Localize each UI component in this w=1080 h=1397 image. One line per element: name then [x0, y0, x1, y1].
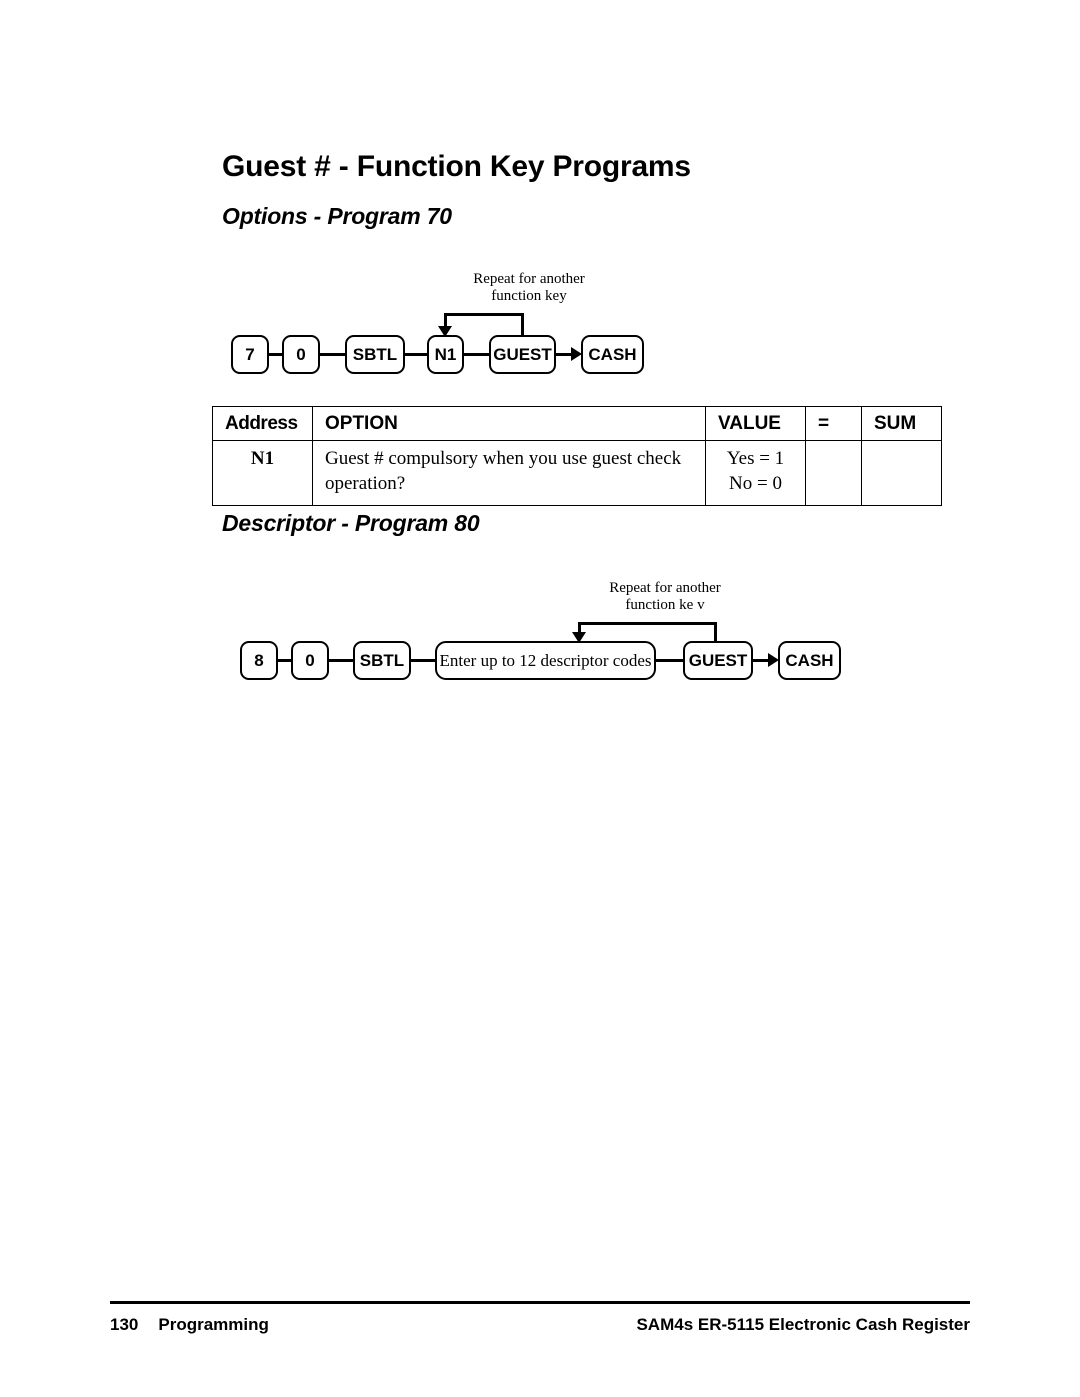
loop-label-line-1: Repeat for another	[609, 580, 721, 596]
connector-2	[328, 659, 354, 662]
page-title: Guest # - Function Key Programs	[222, 150, 691, 183]
key-box-sbtl[interactable]: SBTL	[345, 335, 405, 374]
cell-address: N1	[212, 439, 313, 507]
footer-left: 130 Programming	[110, 1315, 269, 1335]
section-heading-options: Options - Program 70	[222, 203, 452, 229]
connector-4	[655, 659, 683, 662]
loop-segment-up	[521, 313, 524, 336]
loop-segment-across	[444, 313, 524, 316]
loop-label-line-1: Repeat for another	[473, 271, 585, 287]
table-header-row: Address OPTION VALUE = SUM	[212, 406, 942, 441]
key-box-sbtl[interactable]: SBTL	[353, 641, 411, 680]
column-header-value: VALUE	[705, 406, 806, 441]
key-box-0[interactable]: 0	[282, 335, 320, 374]
key-box-descriptor-note[interactable]: Enter up to 12 descriptor codes	[435, 641, 656, 680]
table-row: N1 Guest # compulsory when you use guest…	[212, 439, 942, 507]
key-box-n1[interactable]: N1	[427, 335, 464, 374]
cell-option: Guest # compulsory when you use guest ch…	[312, 439, 706, 507]
cell-value-line-2: No = 0	[729, 473, 782, 495]
loop-label-line-2: function key	[491, 288, 567, 305]
key-box-0[interactable]: 0	[291, 641, 329, 680]
section-heading-descriptor: Descriptor - Program 80	[222, 510, 480, 536]
loop-label-line-2: function ke v	[625, 597, 705, 614]
loop-label-options: Repeat for another function key	[424, 271, 634, 306]
connector-3	[410, 659, 436, 662]
cell-equals[interactable]	[805, 439, 862, 507]
cell-sum[interactable]	[861, 439, 942, 507]
document-page: Guest # - Function Key Programs Options …	[0, 0, 1080, 1397]
footer-product-name: SAM4s ER-5115 Electronic Cash Register	[636, 1315, 970, 1334]
footer-page-number: 130	[110, 1315, 139, 1334]
loop-segment-across	[578, 622, 717, 625]
cell-value: Yes = 1 No = 0	[705, 439, 806, 507]
footer-divider	[110, 1301, 970, 1304]
connector-4	[463, 353, 490, 356]
column-header-sum: SUM	[861, 406, 942, 441]
key-box-guest[interactable]: GUEST	[683, 641, 753, 680]
column-header-option: OPTION	[312, 406, 706, 441]
connector-2	[319, 353, 346, 356]
cell-value-line-1: Yes = 1	[726, 448, 785, 469]
options-table: Address OPTION VALUE = SUM N1 Guest # co…	[212, 406, 942, 507]
key-box-guest[interactable]: GUEST	[489, 335, 556, 374]
key-box-cash[interactable]: CASH	[778, 641, 841, 680]
key-box-8[interactable]: 8	[240, 641, 278, 680]
key-box-cash[interactable]: CASH	[581, 335, 644, 374]
column-header-equals: =	[805, 406, 862, 441]
loop-label-descriptor: Repeat for another function ke v	[560, 580, 770, 615]
footer-section-name: Programming	[158, 1315, 269, 1334]
column-header-address: Address	[212, 406, 313, 441]
loop-segment-up	[714, 622, 717, 643]
key-box-7[interactable]: 7	[231, 335, 269, 374]
